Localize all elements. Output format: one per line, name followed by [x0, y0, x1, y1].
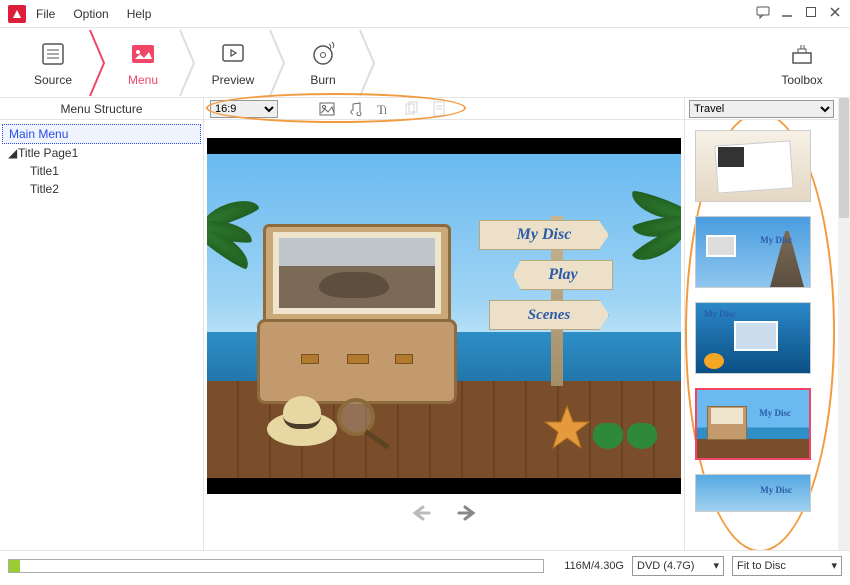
signpost: My Disc Play Scenes [479, 216, 629, 386]
copy-tool-icon[interactable] [402, 100, 420, 118]
disc-type-select[interactable]: DVD (4.7G) ▾ [632, 556, 724, 576]
fit-label: Fit to Disc [737, 560, 786, 572]
magnifier-graphic [337, 398, 375, 436]
menubar: File Option Help [36, 7, 151, 21]
text-tool-icon[interactable]: TI [374, 100, 392, 118]
minimize-button[interactable] [780, 6, 794, 21]
hat-graphic [267, 412, 337, 446]
chevron-down-icon: ▾ [713, 559, 719, 572]
page-nav [410, 504, 478, 522]
status-bar: 116M/4.30G DVD (4.7G) ▾ Fit to Disc ▾ [0, 550, 850, 580]
step-preview-label: Preview [212, 73, 255, 87]
menu-structure-header: Menu Structure [0, 98, 203, 120]
sunglasses-graphic [593, 423, 657, 452]
template-thumb-1[interactable]: My Disc [695, 216, 811, 288]
doc-tool-icon[interactable] [430, 100, 448, 118]
menu-file[interactable]: File [36, 7, 55, 21]
chevron-down-icon: ▾ [831, 559, 837, 572]
disc-capacity-bar [8, 559, 544, 573]
step-menu[interactable]: Menu [98, 28, 188, 98]
burn-icon [308, 39, 338, 69]
template-thumb-2[interactable]: My Disc [695, 302, 811, 374]
step-source-label: Source [34, 73, 72, 87]
music-tool-icon[interactable] [346, 100, 364, 118]
template-list: My Disc My Disc My Disc My Disc [685, 120, 838, 550]
toolbox-label: Toolbox [781, 73, 822, 87]
step-menu-label: Menu [128, 73, 158, 87]
sign-scenes[interactable]: Scenes [489, 300, 609, 330]
starfish-graphic [543, 404, 591, 452]
template-thumb-4[interactable]: My Disc [695, 474, 811, 512]
menu-help[interactable]: Help [127, 7, 152, 21]
sign-title[interactable]: My Disc [479, 220, 609, 250]
template-category-select[interactable]: Travel [689, 100, 834, 118]
template-thumb-0[interactable] [695, 130, 811, 202]
step-burn[interactable]: Burn [278, 28, 368, 98]
preview-icon [218, 39, 248, 69]
template-scrollbar[interactable] [838, 98, 850, 550]
step-burn-label: Burn [310, 73, 335, 87]
tree-main-menu[interactable]: Main Menu [2, 124, 201, 144]
close-button[interactable] [828, 6, 842, 21]
template-thumb-3-label: My Disc [759, 408, 791, 418]
suitcase-graphic [257, 214, 457, 414]
next-page-button[interactable] [456, 504, 478, 522]
sign-play[interactable]: Play [513, 260, 613, 290]
tree-title-page[interactable]: ◢Title Page1 [2, 144, 201, 162]
prev-page-button[interactable] [410, 504, 432, 522]
step-source[interactable]: Source [8, 28, 98, 98]
menu-option[interactable]: Option [73, 7, 108, 21]
svg-text:I: I [384, 106, 387, 116]
toolbox-button[interactable]: Toolbox [762, 39, 842, 87]
template-thumb-1-label: My Disc [760, 235, 792, 245]
toolbox-icon [787, 39, 817, 69]
template-thumb-3[interactable]: My Disc [695, 388, 811, 460]
step-preview[interactable]: Preview [188, 28, 278, 98]
template-thumb-2-label: My Disc [704, 309, 792, 319]
titlebar: File Option Help [0, 0, 850, 28]
tree-title-page-label: Title Page1 [18, 146, 78, 160]
app-logo [8, 5, 26, 23]
menu-icon [128, 39, 158, 69]
thumbnail-frame[interactable] [273, 232, 441, 314]
source-icon [38, 39, 68, 69]
disc-type-label: DVD (4.7G) [637, 560, 694, 572]
tree-title2[interactable]: Title2 [2, 180, 201, 198]
image-tool-icon[interactable] [318, 100, 336, 118]
fit-select[interactable]: Fit to Disc ▾ [732, 556, 842, 576]
menu-toolbar: 16:9 TI [204, 98, 684, 120]
menu-preview-canvas: My Disc Play Scenes [207, 138, 681, 494]
feedback-icon[interactable] [756, 5, 770, 22]
aspect-ratio-select[interactable]: 16:9 [210, 100, 278, 118]
step-bar: Source Menu Preview Burn Toolbox [0, 28, 850, 98]
template-thumb-4-label: My Disc [760, 485, 792, 495]
disc-size-text: 116M/4.30G [552, 560, 624, 572]
maximize-button[interactable] [804, 6, 818, 21]
window-controls [756, 5, 842, 22]
tree-title1[interactable]: Title1 [2, 162, 201, 180]
menu-tree: Main Menu ◢Title Page1 Title1 Title2 [0, 120, 203, 202]
